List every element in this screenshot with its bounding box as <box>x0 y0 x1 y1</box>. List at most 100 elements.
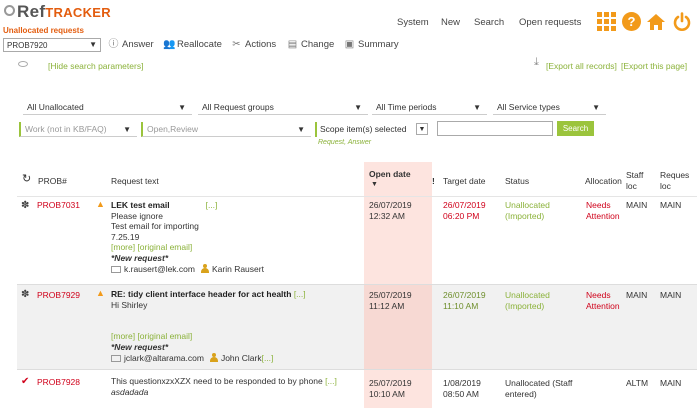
logo-ref-text: Ref <box>17 2 46 21</box>
chevron-down-icon: ▼ <box>354 103 362 112</box>
scope-filter[interactable]: Scope item(s) selected ▼ <box>315 122 431 137</box>
export-all-link[interactable]: [Export all records] <box>546 61 617 71</box>
target-date: 26/07/2019 11:10 AM <box>443 290 486 311</box>
request-loc: MAIN <box>660 290 682 300</box>
email-address[interactable]: jclark@altarama.com <box>124 353 204 363</box>
target-date: 26/07/2019 06:20 PM <box>443 200 486 221</box>
nav-search[interactable]: Search <box>474 17 504 28</box>
chevron-down-icon: ▼ <box>416 123 428 135</box>
allocation-line1: Needs <box>586 290 611 300</box>
email-address[interactable]: k.rausert@lek.com <box>124 264 195 274</box>
chevron-down-icon: ▼ <box>178 103 186 112</box>
col-request-text[interactable]: Request text <box>111 176 159 187</box>
staff-loc: MAIN <box>626 290 648 300</box>
warning-icon: ▲ <box>96 288 105 298</box>
actions-label: Actions <box>245 39 277 50</box>
phone-check-icon: ✔ <box>21 376 30 387</box>
prob-link[interactable]: PROB7929 <box>37 290 80 300</box>
status-value: Unallocated (Staff entered) <box>505 378 572 399</box>
time-periods-filter[interactable]: All Time periods ▼ <box>372 101 487 115</box>
request-line: Please ignore <box>111 210 163 221</box>
more-links[interactable]: [more] [original email] <box>111 242 192 252</box>
nav-open-requests[interactable]: Open requests <box>519 17 581 28</box>
request-text: This questionxzxXZX need to be responded… <box>111 376 337 397</box>
eye-icon <box>18 61 28 67</box>
col-request-loc-line2: loc <box>660 181 671 191</box>
prob-link[interactable]: PROB7928 <box>37 377 80 387</box>
target-date-value: 1/08/2019 <box>443 378 481 388</box>
title-more-link[interactable]: [...] <box>325 376 337 386</box>
allocation-value: Needs Attention <box>586 290 620 311</box>
table-row[interactable]: ✽ PROB7031 ▲ LEK test email [...] Please … <box>0 197 697 284</box>
warning-icon: ▲ <box>96 199 105 209</box>
nav-system[interactable]: System <box>397 17 429 28</box>
target-date: 1/08/2019 08:50 AM <box>443 378 481 399</box>
answer-label: Answer <box>122 39 154 50</box>
col-request-loc-line1: Reques <box>660 170 690 180</box>
request-title: This questionxzxXZX need to be responded… <box>111 376 323 386</box>
power-icon[interactable] <box>672 12 692 32</box>
change-button[interactable]: ▤ Change <box>287 39 335 50</box>
open-date-value: 25/07/2019 <box>369 378 412 388</box>
col-target-date[interactable]: Target date <box>443 176 486 187</box>
status-value: Unallocated (Imported) <box>505 290 550 311</box>
service-types-filter[interactable]: All Service types ▼ <box>493 101 606 115</box>
title-more-link[interactable]: [...] <box>206 200 218 210</box>
help-icon[interactable]: ? <box>622 12 641 31</box>
status-line2: (Imported) <box>505 300 545 311</box>
hide-search-params-link[interactable]: [Hide search parameters] <box>48 61 143 71</box>
work-type-filter[interactable]: Work (not in KB/FAQ) ▼ <box>19 122 137 137</box>
request-loc: MAIN <box>660 378 682 388</box>
status-line2: entered) <box>505 388 537 399</box>
request-title: LEK test email <box>111 200 170 210</box>
answer-button[interactable]: ⓘ Answer <box>108 39 154 50</box>
open-time-value: 11:12 AM <box>369 300 405 311</box>
apps-grid-icon[interactable] <box>597 12 616 31</box>
page-subtitle: Unallocated requests <box>3 26 84 35</box>
table-row[interactable]: ✔ PROB7928 This questionxzxXZX need to b… <box>0 370 697 408</box>
col-allocation[interactable]: Allocation <box>585 176 622 187</box>
col-status[interactable]: Status <box>505 176 529 187</box>
request-groups-filter[interactable]: All Request groups ▼ <box>198 101 368 115</box>
refresh-icon[interactable]: ↻ <box>22 174 31 185</box>
status-filter[interactable]: Open,Review ▼ <box>141 122 311 137</box>
search-button[interactable]: Search <box>557 121 594 136</box>
status-line1: Unallocated (Staff <box>505 378 573 388</box>
more-links[interactable]: [more] [original email] <box>111 331 192 341</box>
table-row[interactable]: ✽ PROB7929 ▲ RE: tidy client interface h… <box>0 285 697 369</box>
open-date-value: 26/07/2019 <box>369 200 412 210</box>
request-line: 7.25.19 <box>111 231 140 242</box>
export-page-link[interactable]: [Export this page] <box>621 61 687 71</box>
open-date: 26/07/2019 12:32 AM <box>369 200 412 221</box>
new-request-flag: *New request* <box>111 252 169 263</box>
reallocate-button[interactable]: 👥 Reallocate <box>163 39 222 50</box>
staff-loc: ALTM <box>626 378 649 388</box>
scope-subtext: Request, Answer <box>318 139 372 146</box>
col-prob[interactable]: PROB# <box>38 176 67 187</box>
open-date: 25/07/2019 10:10 AM <box>369 378 412 399</box>
target-date-value: 26/07/2019 <box>443 290 486 300</box>
chevron-down-icon: ▼ <box>592 103 600 112</box>
col-staff-loc[interactable]: Staff loc <box>626 170 643 192</box>
title-more-link[interactable]: [...] <box>294 289 306 299</box>
search-input[interactable] <box>437 121 553 136</box>
allocation-filter[interactable]: All Unallocated ▼ <box>23 101 192 115</box>
actions-button[interactable]: ✂ Actions <box>231 39 276 50</box>
person-more-link[interactable]: [...] <box>262 353 274 363</box>
summary-button[interactable]: ▣ Summary <box>344 39 399 50</box>
status-line1: Unallocated <box>505 290 550 300</box>
request-line: Test email for importing <box>111 221 199 231</box>
status-line1: Unallocated <box>505 200 550 210</box>
col-request-loc[interactable]: Reques loc <box>660 170 689 192</box>
home-icon[interactable] <box>646 12 666 32</box>
person-icon <box>209 353 218 362</box>
col-staff-loc-line2: loc <box>626 181 637 191</box>
prob-select[interactable]: PROB7920 ▼ <box>3 38 101 52</box>
logo-tracker-text: TRACKER <box>45 5 111 20</box>
prob-link[interactable]: PROB7031 <box>37 200 80 210</box>
service-types-filter-value: All Service types <box>497 102 560 112</box>
staff-loc: MAIN <box>626 200 648 210</box>
tools-icon: ✂ <box>232 39 241 50</box>
status-line2: (Imported) <box>505 210 545 221</box>
nav-new[interactable]: New <box>441 17 460 28</box>
